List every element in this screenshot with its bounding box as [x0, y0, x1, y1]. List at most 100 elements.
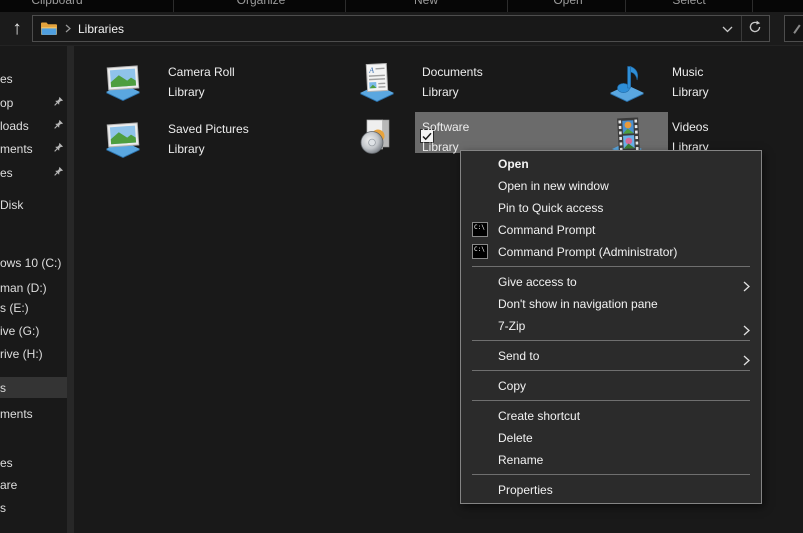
menu-item-label: Create shortcut: [498, 409, 580, 423]
menu-separator: [472, 370, 750, 371]
library-tile-saved-pictures[interactable]: Saved Pictures Library: [100, 116, 350, 162]
menu-item-label: Copy: [498, 379, 526, 393]
sidebar-item-pictures[interactable]: es: [0, 162, 67, 183]
sidebar-item-lib-videos[interactable]: s: [0, 497, 67, 518]
sidebar-item-libraries[interactable]: s: [0, 377, 67, 398]
search-icon: [793, 24, 800, 33]
menu-item-create-shortcut[interactable]: Create shortcut: [461, 405, 761, 427]
menu-item-give-access-to[interactable]: Give access to: [461, 271, 761, 293]
sidebar-item-drive-g[interactable]: ive (G:): [0, 320, 67, 341]
sidebar-item-drive-d[interactable]: man (D:): [0, 277, 67, 298]
submenu-arrow-icon: [743, 321, 750, 343]
library-tile-music[interactable]: Music Library: [604, 59, 803, 105]
item-type: Library: [168, 139, 249, 159]
pin-icon: [53, 119, 64, 133]
search-box[interactable]: [784, 15, 803, 42]
menu-separator: [472, 400, 750, 401]
ribbon-group-clipboard[interactable]: Clipboard: [31, 0, 82, 7]
menu-item-pin-to-quick-access[interactable]: Pin to Quick access: [461, 197, 761, 219]
menu-item-delete[interactable]: Delete: [461, 427, 761, 449]
menu-item-open-in-new-window[interactable]: Open in new window: [461, 175, 761, 197]
menu-item-label: Command Prompt: [498, 223, 595, 237]
picture-library-icon: [100, 116, 146, 162]
sidebar-item-documents[interactable]: ments: [0, 138, 67, 159]
menu-item-rename[interactable]: Rename: [461, 449, 761, 471]
breadcrumb[interactable]: Libraries: [78, 22, 124, 36]
menu-item-label: Send to: [498, 349, 539, 363]
menu-separator: [472, 266, 750, 267]
menu-item-command-prompt[interactable]: C:\ Command Prompt: [461, 219, 761, 241]
command-prompt-icon: C:\: [472, 244, 488, 259]
ribbon-divider: [507, 0, 508, 12]
sidebar-item-label: es: [0, 166, 13, 180]
pin-icon: [53, 166, 64, 180]
menu-item-copy[interactable]: Copy: [461, 375, 761, 397]
sidebar-item-lib-pictures[interactable]: es: [0, 452, 67, 473]
ribbon-group-new[interactable]: New: [414, 0, 438, 7]
sidebar-item-label: ive (G:): [0, 324, 39, 338]
menu-item-label: Give access to: [498, 275, 577, 289]
sidebar-item-drive-h[interactable]: rive (H:): [0, 343, 67, 364]
sidebar-item-label: rive (H:): [0, 347, 43, 361]
music-library-icon: [604, 59, 650, 105]
sidebar-item-downloads[interactable]: loads: [0, 115, 67, 136]
sidebar-item-label: man (D:): [0, 281, 47, 295]
sidebar-item-lib-documents[interactable]: ments: [0, 403, 67, 424]
ribbon-divider: [625, 0, 626, 12]
sidebar-item-label: loads: [0, 119, 29, 133]
up-arrow-icon: ↑: [12, 19, 22, 38]
address-dropdown-button[interactable]: [714, 16, 741, 41]
menu-item-label: Open in new window: [498, 179, 609, 193]
sidebar-item-lib-software[interactable]: are: [0, 474, 67, 495]
sidebar-item-local-disk[interactable]: Disk: [0, 194, 67, 215]
menu-item-7zip[interactable]: 7-Zip: [461, 315, 761, 337]
sidebar-item-label: es: [0, 72, 13, 86]
sidebar-item-quick-access[interactable]: es: [0, 68, 67, 89]
ribbon-divider: [345, 0, 346, 12]
sidebar-item-label: s (E:): [0, 301, 29, 315]
sidebar-item-label: op: [0, 96, 13, 110]
navigation-pane: es op loads ments es Disk ows 10 (C:) ma…: [0, 46, 67, 533]
ribbon-group-select[interactable]: Select: [672, 0, 705, 7]
folder-icon: [41, 22, 57, 35]
software-library-icon: [354, 114, 400, 160]
menu-item-dont-show-in-navigation-pane[interactable]: Don't show in navigation pane: [461, 293, 761, 315]
ribbon-group-open[interactable]: Open: [553, 0, 582, 7]
menu-item-label: Don't show in navigation pane: [498, 297, 658, 311]
menu-item-send-to[interactable]: Send to: [461, 345, 761, 367]
refresh-button[interactable]: [741, 16, 768, 41]
ribbon-group-organize[interactable]: Organize: [237, 0, 286, 7]
sidebar-item-label: s: [0, 501, 6, 515]
item-name: Videos: [672, 117, 709, 137]
menu-item-open[interactable]: Open: [461, 153, 761, 175]
menu-item-command-prompt-admin[interactable]: C:\ Command Prompt (Administrator): [461, 241, 761, 263]
sidebar-item-label: s: [0, 381, 6, 395]
menu-item-label: Open: [498, 157, 529, 171]
context-menu: Open Open in new window Pin to Quick acc…: [460, 150, 762, 504]
item-type: Library: [168, 82, 235, 102]
menu-item-label: Properties: [498, 483, 553, 497]
pin-icon: [53, 96, 64, 110]
ribbon-divider: [752, 0, 753, 12]
item-name: Camera Roll: [168, 62, 235, 82]
sidebar-item-desktop[interactable]: op: [0, 92, 67, 113]
sidebar-item-drive-c[interactable]: ows 10 (C:): [0, 252, 67, 273]
submenu-arrow-icon: [743, 351, 750, 373]
library-tile-camera-roll[interactable]: Camera Roll Library: [100, 59, 350, 105]
document-library-icon: A: [354, 59, 400, 105]
sidebar-item-label: ments: [0, 407, 33, 421]
sidebar-item-drive-e[interactable]: s (E:): [0, 297, 67, 318]
item-type: Library: [422, 82, 483, 102]
command-prompt-icon: C:\: [472, 222, 488, 237]
sidebar-item-label: ments: [0, 142, 33, 156]
sidebar-scrollbar[interactable]: [67, 46, 74, 533]
library-tile-documents[interactable]: A Documents Library: [354, 59, 604, 105]
navigation-bar: ↑ Libraries: [0, 12, 803, 45]
item-type: Library: [672, 82, 709, 102]
refresh-icon: [748, 20, 762, 37]
svg-text:A: A: [368, 66, 374, 75]
address-bar[interactable]: Libraries: [32, 15, 770, 42]
menu-item-properties[interactable]: Properties: [461, 479, 761, 501]
ribbon-strip: Clipboard Organize New Open Select: [0, 0, 803, 12]
up-button[interactable]: ↑: [4, 15, 30, 41]
